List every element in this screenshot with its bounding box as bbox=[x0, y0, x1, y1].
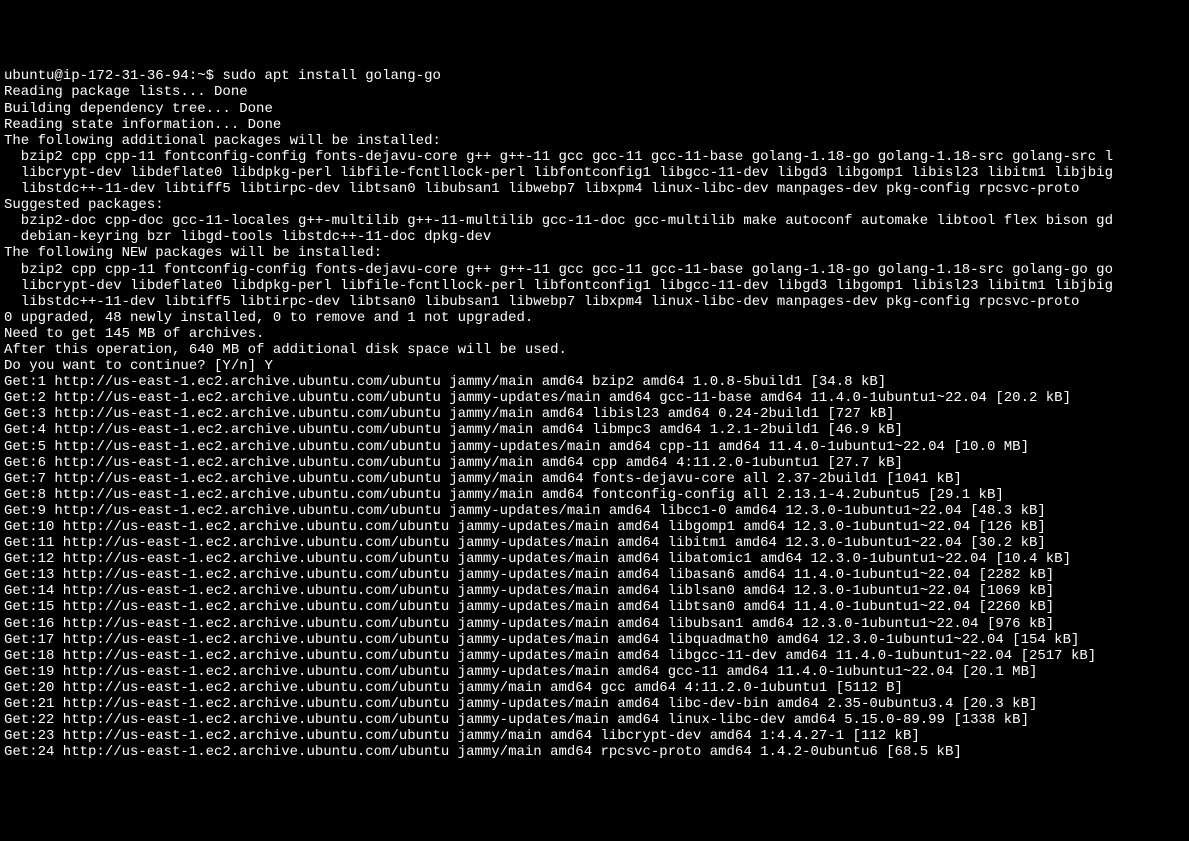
output-line: Get:18 http://us-east-1.ec2.archive.ubun… bbox=[4, 648, 1185, 664]
output-line: Get:4 http://us-east-1.ec2.archive.ubunt… bbox=[4, 422, 1185, 438]
output-line: Get:15 http://us-east-1.ec2.archive.ubun… bbox=[4, 599, 1185, 615]
output-line: Building dependency tree... Done bbox=[4, 101, 1185, 117]
entered-command: sudo apt install golang-go bbox=[222, 68, 440, 84]
output-line: bzip2 cpp cpp-11 fontconfig-config fonts… bbox=[4, 262, 1185, 278]
output-line: Do you want to continue? [Y/n] Y bbox=[4, 358, 1185, 374]
output-lines: Reading package lists... DoneBuilding de… bbox=[4, 84, 1185, 760]
output-line: debian-keyring bzr libgd-tools libstdc++… bbox=[4, 229, 1185, 245]
output-line: Get:16 http://us-east-1.ec2.archive.ubun… bbox=[4, 616, 1185, 632]
output-line: Get:7 http://us-east-1.ec2.archive.ubunt… bbox=[4, 471, 1185, 487]
output-line: Get:8 http://us-east-1.ec2.archive.ubunt… bbox=[4, 487, 1185, 503]
output-line: Get:14 http://us-east-1.ec2.archive.ubun… bbox=[4, 583, 1185, 599]
output-line: Get:20 http://us-east-1.ec2.archive.ubun… bbox=[4, 680, 1185, 696]
output-line: Get:22 http://us-east-1.ec2.archive.ubun… bbox=[4, 712, 1185, 728]
output-line: Get:12 http://us-east-1.ec2.archive.ubun… bbox=[4, 551, 1185, 567]
output-line: Get:3 http://us-east-1.ec2.archive.ubunt… bbox=[4, 406, 1185, 422]
shell-prompt: ubuntu@ip-172-31-36-94:~$ bbox=[4, 68, 222, 84]
output-line: libcrypt-dev libdeflate0 libdpkg-perl li… bbox=[4, 278, 1185, 294]
output-line: Get:10 http://us-east-1.ec2.archive.ubun… bbox=[4, 519, 1185, 535]
output-line: Get:9 http://us-east-1.ec2.archive.ubunt… bbox=[4, 503, 1185, 519]
output-line: Get:5 http://us-east-1.ec2.archive.ubunt… bbox=[4, 439, 1185, 455]
output-line: Need to get 145 MB of archives. bbox=[4, 326, 1185, 342]
output-line: Reading package lists... Done bbox=[4, 84, 1185, 100]
output-line: The following additional packages will b… bbox=[4, 133, 1185, 149]
output-line: Get:11 http://us-east-1.ec2.archive.ubun… bbox=[4, 535, 1185, 551]
command-line: ubuntu@ip-172-31-36-94:~$ sudo apt insta… bbox=[4, 68, 441, 84]
output-line: Reading state information... Done bbox=[4, 117, 1185, 133]
output-line: Get:17 http://us-east-1.ec2.archive.ubun… bbox=[4, 632, 1185, 648]
output-line: Get:2 http://us-east-1.ec2.archive.ubunt… bbox=[4, 390, 1185, 406]
output-line: After this operation, 640 MB of addition… bbox=[4, 342, 1185, 358]
output-line: Get:13 http://us-east-1.ec2.archive.ubun… bbox=[4, 567, 1185, 583]
output-line: Get:21 http://us-east-1.ec2.archive.ubun… bbox=[4, 696, 1185, 712]
output-line: Get:1 http://us-east-1.ec2.archive.ubunt… bbox=[4, 374, 1185, 390]
output-line: Get:6 http://us-east-1.ec2.archive.ubunt… bbox=[4, 455, 1185, 471]
output-line: bzip2 cpp cpp-11 fontconfig-config fonts… bbox=[4, 149, 1185, 165]
terminal-output[interactable]: ubuntu@ip-172-31-36-94:~$ sudo apt insta… bbox=[4, 68, 1185, 760]
output-line: bzip2-doc cpp-doc gcc-11-locales g++-mul… bbox=[4, 213, 1185, 229]
output-line: libstdc++-11-dev libtiff5 libtirpc-dev l… bbox=[4, 294, 1185, 310]
output-line: libcrypt-dev libdeflate0 libdpkg-perl li… bbox=[4, 165, 1185, 181]
output-line: Get:23 http://us-east-1.ec2.archive.ubun… bbox=[4, 728, 1185, 744]
output-line: Suggested packages: bbox=[4, 197, 1185, 213]
output-line: Get:24 http://us-east-1.ec2.archive.ubun… bbox=[4, 744, 1185, 760]
output-line: Get:19 http://us-east-1.ec2.archive.ubun… bbox=[4, 664, 1185, 680]
output-line: libstdc++-11-dev libtiff5 libtirpc-dev l… bbox=[4, 181, 1185, 197]
output-line: The following NEW packages will be insta… bbox=[4, 245, 1185, 261]
output-line: 0 upgraded, 48 newly installed, 0 to rem… bbox=[4, 310, 1185, 326]
